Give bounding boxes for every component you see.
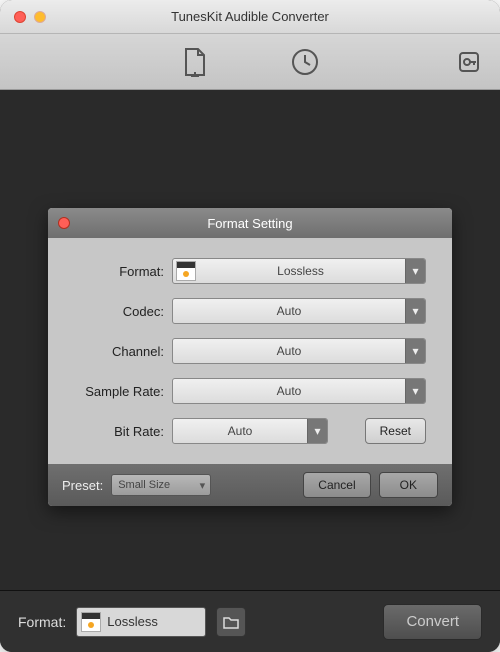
output-folder-button[interactable]: [216, 607, 246, 637]
sample-rate-value: Auto: [173, 384, 405, 398]
titlebar: TunesKit Audible Converter: [0, 0, 500, 34]
bit-rate-value: Auto: [173, 424, 307, 438]
codec-value: Auto: [173, 304, 405, 318]
bottom-format-value: Lossless: [107, 614, 205, 629]
add-file-button[interactable]: [180, 47, 210, 77]
chevron-down-icon: ▾: [405, 379, 425, 403]
app-window: TunesKit Audible Converter Format Settin: [0, 0, 500, 652]
format-type-icon: [176, 261, 196, 281]
sample-rate-label: Sample Rate:: [74, 384, 164, 399]
close-window-button[interactable]: [14, 11, 26, 23]
ok-button[interactable]: OK: [379, 472, 438, 498]
chevron-down-icon: ▾: [405, 259, 425, 283]
reset-button[interactable]: Reset: [365, 418, 426, 444]
preset-select[interactable]: Small Size ▾: [111, 474, 211, 496]
bit-rate-select[interactable]: Auto ▾: [172, 418, 328, 444]
format-setting-modal: Format Setting Format: Lossless ▾ Codec:…: [48, 208, 452, 506]
bit-rate-label: Bit Rate:: [74, 424, 164, 439]
key-button[interactable]: [454, 47, 484, 77]
channel-select[interactable]: Auto ▾: [172, 338, 426, 364]
window-title: TunesKit Audible Converter: [0, 9, 500, 24]
convert-button[interactable]: Convert: [383, 604, 482, 640]
chevron-down-icon: ▾: [405, 339, 425, 363]
modal-body: Format: Lossless ▾ Codec: Auto ▾ Chan: [48, 238, 452, 464]
modal-footer: Preset: Small Size ▾ Cancel OK: [48, 464, 452, 506]
content-area: Format Setting Format: Lossless ▾ Codec:…: [0, 90, 500, 590]
chevron-down-icon: ▾: [307, 419, 327, 443]
format-label: Format:: [74, 264, 164, 279]
modal-close-button[interactable]: [58, 217, 70, 229]
codec-select[interactable]: Auto ▾: [172, 298, 426, 324]
bottom-bar: Format: Lossless Convert: [0, 590, 500, 652]
chevron-down-icon: ▾: [405, 299, 425, 323]
toolbar: [0, 34, 500, 90]
codec-label: Codec:: [74, 304, 164, 319]
format-value: Lossless: [196, 264, 405, 278]
cancel-button[interactable]: Cancel: [303, 472, 370, 498]
history-button[interactable]: [290, 47, 320, 77]
channel-label: Channel:: [74, 344, 164, 359]
chevron-down-icon: ▾: [200, 479, 206, 492]
bottom-format-label: Format:: [18, 614, 66, 630]
preset-value: Small Size: [118, 479, 170, 491]
preset-label: Preset:: [62, 478, 103, 493]
window-controls: [0, 11, 46, 23]
bottom-format-select[interactable]: Lossless: [76, 607, 206, 637]
sample-rate-select[interactable]: Auto ▾: [172, 378, 426, 404]
format-type-icon: [81, 612, 101, 632]
modal-header: Format Setting: [48, 208, 452, 238]
modal-title: Format Setting: [48, 216, 452, 231]
minimize-window-button[interactable]: [34, 11, 46, 23]
channel-value: Auto: [173, 344, 405, 358]
format-select[interactable]: Lossless ▾: [172, 258, 426, 284]
